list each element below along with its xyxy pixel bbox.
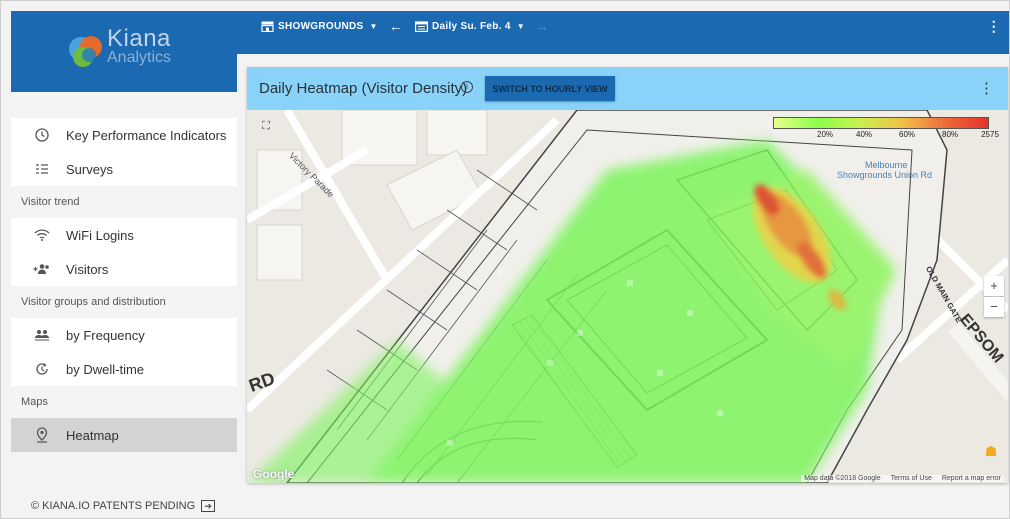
section-header-maps: Maps [11,386,237,418]
panel-header: Daily Heatmap (Visitor Density) i SWITCH… [247,67,1008,110]
more-menu-button[interactable]: ⋮ [987,11,1001,41]
location-pin-icon [33,426,51,444]
store-icon [261,21,274,32]
sidebar-item-frequency[interactable]: by Frequency [11,318,237,352]
footer: © KIANA.IO PATENTS PENDING ➔ [31,500,216,512]
calendar-icon [415,20,428,32]
sidebar-nav: Key Performance Indicators Surveys Visit… [11,118,237,452]
heatmap-panel: Daily Heatmap (Visitor Density) i SWITCH… [247,67,1008,483]
clock-icon [33,126,51,144]
panel-more-menu-icon[interactable]: ⋮ [979,79,994,97]
report-map-error-link[interactable]: Report a map error [942,475,1001,482]
sidebar-item-wifi-logins[interactable]: WiFi Logins [11,218,237,252]
app-window: Kiana Analytics Key Performance Indicato… [0,0,1010,519]
sidebar: Kiana Analytics Key Performance Indicato… [11,11,237,483]
legend-tick-40: 40% [855,130,873,139]
legend-tick-max: 2575 [981,130,999,139]
sidebar-item-label: by Frequency [66,327,145,343]
heatmap-legend [773,117,989,129]
previous-day-button[interactable]: ← [389,11,403,41]
sidebar-item-label: Heatmap [66,427,119,443]
sidebar-item-heatmap[interactable]: Heatmap [11,418,237,452]
legend-tick-80: 80% [941,130,959,139]
zoom-in-button[interactable]: + [984,276,1004,296]
fullscreen-icon[interactable]: ⛶ [257,116,275,134]
street-view-pegman-icon[interactable]: ☗ [982,441,1000,463]
venue-label: SHOWGROUNDS [278,20,364,32]
sidebar-item-visitors[interactable]: Visitors [11,252,237,286]
sidebar-item-label: WiFi Logins [66,227,134,243]
map-attribution: Map data ©2018 Google Terms of Use Repor… [801,475,1004,482]
kiana-logo-icon [69,36,102,67]
arrow-right-icon: → [535,18,550,34]
map-data-credit: Map data ©2018 Google [804,475,881,482]
switch-to-hourly-button[interactable]: SWITCH TO HOURLY VIEW [485,76,615,101]
google-logo: Google [253,467,295,481]
info-icon[interactable]: i [461,81,473,93]
legend-tick-60: 60% [898,130,916,139]
group-icon [33,326,51,344]
panel-title: Daily Heatmap (Visitor Density) [259,80,468,97]
map-label-poi-2: Showgrounds Union Rd [837,170,933,180]
brand-subtitle: Analytics [107,49,172,66]
caret-down-icon: ▼ [516,21,525,31]
sidebar-item-kpi[interactable]: Key Performance Indicators [11,118,237,152]
sidebar-item-label: Key Performance Indicators [66,127,227,143]
zoom-out-button[interactable]: − [984,297,1004,317]
map-label-poi-1: Melbourne [865,160,908,170]
people-add-icon [33,260,51,278]
date-selector[interactable]: Daily Su. Feb. 4 ▼ [415,11,525,41]
legend-tick-20: 20% [816,130,834,139]
top-toolbar: SHOWGROUNDS ▼ ← Daily Su. Feb. 4 ▼ → ⋮ [237,11,1009,54]
checklist-icon [33,160,51,178]
logout-icon[interactable]: ➔ [201,500,216,512]
more-vert-icon: ⋮ [986,17,1001,34]
caret-down-icon: ▼ [369,21,378,31]
footer-text: © KIANA.IO PATENTS PENDING [31,500,196,512]
section-header-visitor-trend: Visitor trend [11,186,237,218]
venue-selector[interactable]: SHOWGROUNDS ▼ [261,11,378,41]
sidebar-item-surveys[interactable]: Surveys [11,152,237,186]
brand-header: Kiana Analytics [11,11,237,92]
sidebar-item-dwell-time[interactable]: by Dwell-time [11,352,237,386]
sidebar-item-label: by Dwell-time [66,361,145,377]
wifi-icon [33,226,51,244]
terms-of-use-link[interactable]: Terms of Use [891,475,932,482]
timer-refresh-icon [33,360,51,378]
heatmap-map[interactable]: 20% 40% 60% 80% 2575 Victory Parade Melb… [247,110,1008,483]
sidebar-item-label: Visitors [66,261,109,277]
arrow-left-icon: ← [389,18,404,34]
date-label: Daily Su. Feb. 4 [432,20,511,32]
section-header-visitor-groups: Visitor groups and distribution [11,286,237,318]
sidebar-item-label: Surveys [66,161,113,177]
next-day-button[interactable]: → [535,11,549,41]
